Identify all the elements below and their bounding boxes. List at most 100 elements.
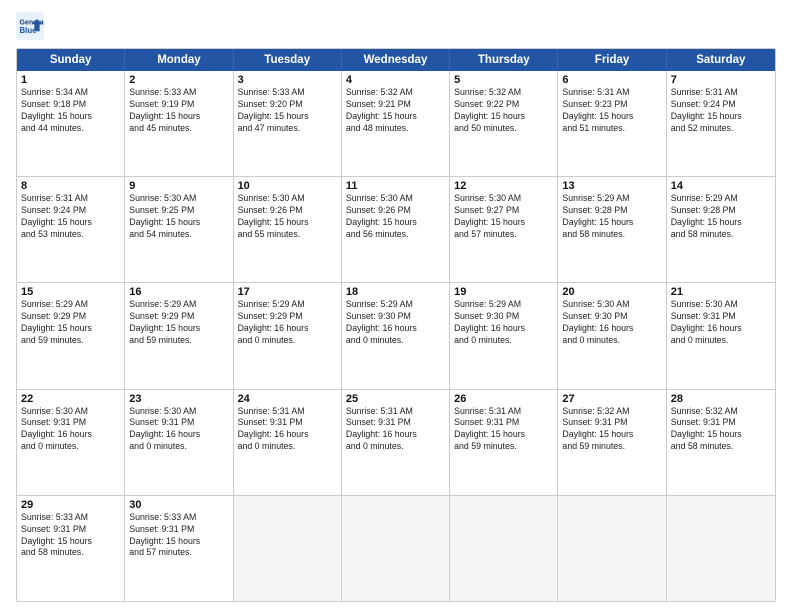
day-info: Sunrise: 5:30 AM Sunset: 9:31 PM Dayligh… — [129, 406, 228, 454]
day-number: 3 — [238, 74, 337, 86]
day-number: 17 — [238, 286, 337, 298]
calendar-row-4: 22Sunrise: 5:30 AM Sunset: 9:31 PM Dayli… — [17, 390, 775, 496]
calendar-day-8: 8Sunrise: 5:31 AM Sunset: 9:24 PM Daylig… — [17, 177, 125, 282]
calendar-empty-cell — [234, 496, 342, 601]
day-info: Sunrise: 5:29 AM Sunset: 9:29 PM Dayligh… — [238, 299, 337, 347]
day-info: Sunrise: 5:31 AM Sunset: 9:31 PM Dayligh… — [238, 406, 337, 454]
logo: General Blue — [16, 12, 48, 40]
day-number: 23 — [129, 393, 228, 405]
calendar-day-27: 27Sunrise: 5:32 AM Sunset: 9:31 PM Dayli… — [558, 390, 666, 495]
calendar-header-row: SundayMondayTuesdayWednesdayThursdayFrid… — [17, 49, 775, 71]
day-info: Sunrise: 5:29 AM Sunset: 9:29 PM Dayligh… — [21, 299, 120, 347]
calendar-row-2: 8Sunrise: 5:31 AM Sunset: 9:24 PM Daylig… — [17, 177, 775, 283]
day-number: 27 — [562, 393, 661, 405]
calendar-day-5: 5Sunrise: 5:32 AM Sunset: 9:22 PM Daylig… — [450, 71, 558, 176]
page-header: General Blue — [16, 12, 776, 40]
calendar-page: General Blue SundayMondayTuesdayWednesda… — [0, 0, 792, 612]
weekday-header-sunday: Sunday — [17, 49, 125, 71]
day-info: Sunrise: 5:29 AM Sunset: 9:28 PM Dayligh… — [671, 193, 771, 241]
day-number: 10 — [238, 180, 337, 192]
calendar-row-1: 1Sunrise: 5:34 AM Sunset: 9:18 PM Daylig… — [17, 71, 775, 177]
day-info: Sunrise: 5:29 AM Sunset: 9:30 PM Dayligh… — [454, 299, 553, 347]
day-info: Sunrise: 5:30 AM Sunset: 9:26 PM Dayligh… — [346, 193, 445, 241]
day-number: 20 — [562, 286, 661, 298]
day-number: 18 — [346, 286, 445, 298]
calendar-day-28: 28Sunrise: 5:32 AM Sunset: 9:31 PM Dayli… — [667, 390, 775, 495]
day-info: Sunrise: 5:31 AM Sunset: 9:24 PM Dayligh… — [21, 193, 120, 241]
calendar-body: 1Sunrise: 5:34 AM Sunset: 9:18 PM Daylig… — [17, 71, 775, 601]
day-info: Sunrise: 5:32 AM Sunset: 9:31 PM Dayligh… — [671, 406, 771, 454]
day-info: Sunrise: 5:31 AM Sunset: 9:31 PM Dayligh… — [454, 406, 553, 454]
calendar-empty-cell — [667, 496, 775, 601]
day-number: 4 — [346, 74, 445, 86]
calendar-day-24: 24Sunrise: 5:31 AM Sunset: 9:31 PM Dayli… — [234, 390, 342, 495]
calendar-day-2: 2Sunrise: 5:33 AM Sunset: 9:19 PM Daylig… — [125, 71, 233, 176]
day-info: Sunrise: 5:32 AM Sunset: 9:22 PM Dayligh… — [454, 87, 553, 135]
day-number: 1 — [21, 74, 120, 86]
day-info: Sunrise: 5:33 AM Sunset: 9:31 PM Dayligh… — [21, 512, 120, 560]
calendar-day-16: 16Sunrise: 5:29 AM Sunset: 9:29 PM Dayli… — [125, 283, 233, 388]
calendar-day-1: 1Sunrise: 5:34 AM Sunset: 9:18 PM Daylig… — [17, 71, 125, 176]
calendar-empty-cell — [450, 496, 558, 601]
calendar-empty-cell — [558, 496, 666, 601]
calendar-day-26: 26Sunrise: 5:31 AM Sunset: 9:31 PM Dayli… — [450, 390, 558, 495]
day-number: 8 — [21, 180, 120, 192]
calendar-day-25: 25Sunrise: 5:31 AM Sunset: 9:31 PM Dayli… — [342, 390, 450, 495]
calendar-grid: SundayMondayTuesdayWednesdayThursdayFrid… — [16, 48, 776, 602]
calendar-day-20: 20Sunrise: 5:30 AM Sunset: 9:30 PM Dayli… — [558, 283, 666, 388]
calendar-day-23: 23Sunrise: 5:30 AM Sunset: 9:31 PM Dayli… — [125, 390, 233, 495]
day-info: Sunrise: 5:30 AM Sunset: 9:31 PM Dayligh… — [671, 299, 771, 347]
day-number: 14 — [671, 180, 771, 192]
day-info: Sunrise: 5:30 AM Sunset: 9:31 PM Dayligh… — [21, 406, 120, 454]
day-number: 9 — [129, 180, 228, 192]
day-number: 5 — [454, 74, 553, 86]
day-info: Sunrise: 5:33 AM Sunset: 9:19 PM Dayligh… — [129, 87, 228, 135]
day-info: Sunrise: 5:31 AM Sunset: 9:23 PM Dayligh… — [562, 87, 661, 135]
weekday-header-monday: Monday — [125, 49, 233, 71]
day-number: 28 — [671, 393, 771, 405]
day-number: 15 — [21, 286, 120, 298]
calendar-day-29: 29Sunrise: 5:33 AM Sunset: 9:31 PM Dayli… — [17, 496, 125, 601]
day-number: 11 — [346, 180, 445, 192]
day-number: 24 — [238, 393, 337, 405]
calendar-day-4: 4Sunrise: 5:32 AM Sunset: 9:21 PM Daylig… — [342, 71, 450, 176]
day-info: Sunrise: 5:31 AM Sunset: 9:31 PM Dayligh… — [346, 406, 445, 454]
calendar-day-14: 14Sunrise: 5:29 AM Sunset: 9:28 PM Dayli… — [667, 177, 775, 282]
calendar-row-5: 29Sunrise: 5:33 AM Sunset: 9:31 PM Dayli… — [17, 496, 775, 601]
day-info: Sunrise: 5:33 AM Sunset: 9:20 PM Dayligh… — [238, 87, 337, 135]
day-info: Sunrise: 5:29 AM Sunset: 9:30 PM Dayligh… — [346, 299, 445, 347]
calendar-row-3: 15Sunrise: 5:29 AM Sunset: 9:29 PM Dayli… — [17, 283, 775, 389]
day-info: Sunrise: 5:29 AM Sunset: 9:28 PM Dayligh… — [562, 193, 661, 241]
calendar-day-22: 22Sunrise: 5:30 AM Sunset: 9:31 PM Dayli… — [17, 390, 125, 495]
calendar-day-11: 11Sunrise: 5:30 AM Sunset: 9:26 PM Dayli… — [342, 177, 450, 282]
day-info: Sunrise: 5:30 AM Sunset: 9:26 PM Dayligh… — [238, 193, 337, 241]
day-number: 25 — [346, 393, 445, 405]
calendar-day-30: 30Sunrise: 5:33 AM Sunset: 9:31 PM Dayli… — [125, 496, 233, 601]
calendar-day-21: 21Sunrise: 5:30 AM Sunset: 9:31 PM Dayli… — [667, 283, 775, 388]
weekday-header-saturday: Saturday — [667, 49, 775, 71]
day-number: 7 — [671, 74, 771, 86]
day-number: 30 — [129, 499, 228, 511]
weekday-header-friday: Friday — [558, 49, 666, 71]
day-info: Sunrise: 5:30 AM Sunset: 9:25 PM Dayligh… — [129, 193, 228, 241]
calendar-day-15: 15Sunrise: 5:29 AM Sunset: 9:29 PM Dayli… — [17, 283, 125, 388]
logo-icon: General Blue — [16, 12, 44, 40]
calendar-day-17: 17Sunrise: 5:29 AM Sunset: 9:29 PM Dayli… — [234, 283, 342, 388]
day-number: 21 — [671, 286, 771, 298]
day-number: 22 — [21, 393, 120, 405]
weekday-header-wednesday: Wednesday — [342, 49, 450, 71]
calendar-day-19: 19Sunrise: 5:29 AM Sunset: 9:30 PM Dayli… — [450, 283, 558, 388]
calendar-day-9: 9Sunrise: 5:30 AM Sunset: 9:25 PM Daylig… — [125, 177, 233, 282]
calendar-day-6: 6Sunrise: 5:31 AM Sunset: 9:23 PM Daylig… — [558, 71, 666, 176]
weekday-header-thursday: Thursday — [450, 49, 558, 71]
calendar-day-18: 18Sunrise: 5:29 AM Sunset: 9:30 PM Dayli… — [342, 283, 450, 388]
calendar-day-12: 12Sunrise: 5:30 AM Sunset: 9:27 PM Dayli… — [450, 177, 558, 282]
calendar-day-10: 10Sunrise: 5:30 AM Sunset: 9:26 PM Dayli… — [234, 177, 342, 282]
day-info: Sunrise: 5:32 AM Sunset: 9:21 PM Dayligh… — [346, 87, 445, 135]
calendar-day-7: 7Sunrise: 5:31 AM Sunset: 9:24 PM Daylig… — [667, 71, 775, 176]
day-info: Sunrise: 5:30 AM Sunset: 9:27 PM Dayligh… — [454, 193, 553, 241]
day-number: 29 — [21, 499, 120, 511]
day-number: 26 — [454, 393, 553, 405]
day-number: 12 — [454, 180, 553, 192]
day-info: Sunrise: 5:29 AM Sunset: 9:29 PM Dayligh… — [129, 299, 228, 347]
